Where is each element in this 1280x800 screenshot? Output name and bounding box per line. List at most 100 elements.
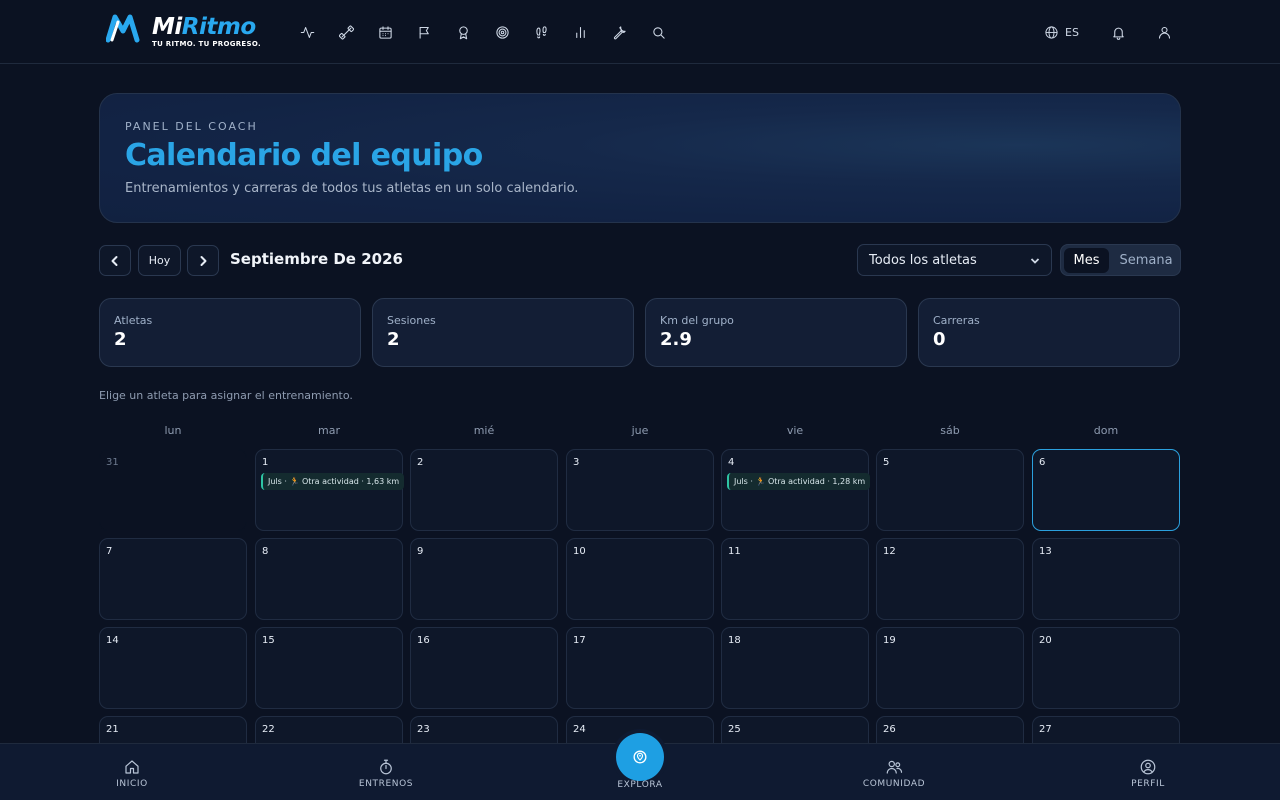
target-icon[interactable] bbox=[492, 22, 512, 42]
flag-icon[interactable] bbox=[414, 22, 434, 42]
calendar-day-cell[interactable]: 5 bbox=[876, 449, 1024, 531]
calendar-day-cell[interactable]: 20 bbox=[1032, 627, 1180, 709]
stats-icon[interactable] bbox=[570, 22, 590, 42]
calendar-day-cell[interactable]: 31 bbox=[99, 449, 247, 531]
page-subtitle: Entrenamientos y carreras de todos tus a… bbox=[125, 181, 579, 196]
tools-icon[interactable] bbox=[609, 22, 629, 42]
stat-value: 0 bbox=[933, 329, 946, 350]
previous-month-button[interactable] bbox=[99, 245, 131, 276]
calendar-event[interactable]: Juls · 🏃 Otra actividad · 1,63 km bbox=[261, 473, 405, 490]
day-number: 2 bbox=[417, 457, 424, 468]
brand-name: MiRitmo bbox=[152, 14, 256, 40]
workouts-icon[interactable] bbox=[336, 22, 356, 42]
calendar-day-cell[interactable]: 14 bbox=[99, 627, 247, 709]
award-icon[interactable] bbox=[453, 22, 473, 42]
bottom-nav-profile[interactable]: PERFIL bbox=[1098, 758, 1198, 789]
explore-button[interactable] bbox=[616, 733, 664, 781]
calendar-day-cell[interactable]: 3 bbox=[566, 449, 714, 531]
stopwatch-icon bbox=[380, 759, 392, 775]
stat-value: 2.9 bbox=[660, 329, 692, 350]
day-number: 20 bbox=[1039, 635, 1052, 646]
map-pin-icon bbox=[633, 750, 647, 764]
calendar-day-cell[interactable]: 12 bbox=[876, 538, 1024, 620]
calendar-day-cell[interactable]: 13 bbox=[1032, 538, 1180, 620]
weekday-header: vie bbox=[786, 424, 804, 437]
day-number: 23 bbox=[417, 724, 430, 735]
day-number: 15 bbox=[262, 635, 275, 646]
calendar-day-cell[interactable]: 11 bbox=[721, 538, 869, 620]
stat-label: Km del grupo bbox=[660, 314, 734, 327]
calendar-day-cell[interactable]: 8 bbox=[255, 538, 403, 620]
page-title: Calendario del equipo bbox=[125, 138, 483, 173]
chevron-down-icon bbox=[1030, 258, 1040, 264]
calendar-day-cell[interactable]: 18 bbox=[721, 627, 869, 709]
bottom-nav-label: INICIO bbox=[116, 779, 148, 789]
calendar-day-cell[interactable]: 4 Juls · 🏃 Otra actividad · 1,28 km bbox=[721, 449, 871, 531]
stat-label: Sesiones bbox=[387, 314, 436, 327]
calendar-event[interactable]: Juls · 🏃 Otra actividad · 1,28 km bbox=[727, 473, 871, 490]
bell-icon[interactable] bbox=[1108, 22, 1128, 42]
day-number: 31 bbox=[106, 457, 119, 468]
calendar-day-cell[interactable]: 9 bbox=[410, 538, 558, 620]
brand-logo[interactable]: MiRitmo TU RITMO. TU PROGRESO. bbox=[106, 12, 276, 52]
next-month-button[interactable] bbox=[187, 245, 219, 276]
day-number: 17 bbox=[573, 635, 586, 646]
weekday-header: sáb bbox=[940, 424, 960, 437]
day-number: 25 bbox=[728, 724, 741, 735]
day-number: 12 bbox=[883, 546, 896, 557]
weekday-header: jue bbox=[631, 424, 649, 437]
day-number: 16 bbox=[417, 635, 430, 646]
stat-card-sessions: Sesiones 2 bbox=[372, 298, 634, 367]
view-week-button[interactable]: Semana bbox=[1114, 248, 1178, 273]
calendar-day-cell[interactable]: 16 bbox=[410, 627, 558, 709]
bottom-nav-workouts[interactable]: ENTRENOS bbox=[336, 758, 436, 789]
day-number: 3 bbox=[573, 457, 580, 468]
calendar-day-cell[interactable]: 7 bbox=[99, 538, 247, 620]
calendar-day-cell[interactable]: 6 bbox=[1032, 449, 1180, 531]
footprints-icon[interactable] bbox=[531, 22, 551, 42]
day-number: 24 bbox=[573, 724, 586, 735]
day-number: 11 bbox=[728, 546, 741, 557]
search-icon[interactable] bbox=[648, 22, 668, 42]
today-button[interactable]: Hoy bbox=[138, 245, 181, 276]
users-icon bbox=[886, 760, 903, 774]
bottom-nav-home[interactable]: INICIO bbox=[82, 758, 182, 789]
weekday-header: mar bbox=[318, 424, 340, 437]
calendar-day-cell[interactable]: 17 bbox=[566, 627, 714, 709]
day-number: 6 bbox=[1039, 457, 1046, 468]
day-number: 18 bbox=[728, 635, 741, 646]
day-number: 27 bbox=[1039, 724, 1052, 735]
stat-card-group-km: Km del grupo 2.9 bbox=[645, 298, 907, 367]
hero-kicker: PANEL DEL COACH bbox=[125, 120, 258, 133]
current-month-label: Septiembre De 2026 bbox=[230, 250, 403, 268]
day-number: 13 bbox=[1039, 546, 1052, 557]
calendar-day-cell[interactable]: 1 Juls · 🏃 Otra actividad · 1,63 km bbox=[255, 449, 405, 531]
day-number: 21 bbox=[106, 724, 119, 735]
bottom-nav-label: ENTRENOS bbox=[358, 779, 414, 789]
user-icon[interactable] bbox=[1154, 22, 1174, 42]
stat-card-races: Carreras 0 bbox=[918, 298, 1180, 367]
athlete-filter-select[interactable]: Todos los atletas bbox=[857, 244, 1052, 276]
view-month-button[interactable]: Mes bbox=[1064, 248, 1109, 273]
day-number: 10 bbox=[573, 546, 586, 557]
calendar-day-cell[interactable]: 2 bbox=[410, 449, 558, 531]
day-number: 8 bbox=[262, 546, 269, 557]
day-number: 5 bbox=[883, 457, 890, 468]
day-number: 1 bbox=[262, 457, 269, 468]
language-selector[interactable]: ES bbox=[1044, 22, 1079, 42]
activity-icon[interactable] bbox=[297, 22, 317, 42]
logo-mark-icon bbox=[106, 14, 140, 43]
day-number: 14 bbox=[106, 635, 119, 646]
calendar-day-cell[interactable]: 15 bbox=[255, 627, 403, 709]
weekday-header: mié bbox=[473, 424, 495, 437]
assign-hint: Elige un atleta para asignar el entrenam… bbox=[99, 389, 353, 402]
calendar-day-cell[interactable]: 10 bbox=[566, 538, 714, 620]
chevron-left-icon bbox=[111, 255, 118, 266]
day-number: 7 bbox=[106, 546, 113, 557]
stat-label: Atletas bbox=[114, 314, 153, 327]
calendar-icon[interactable] bbox=[375, 22, 395, 42]
brand-tagline: TU RITMO. TU PROGRESO. bbox=[152, 40, 261, 48]
calendar-day-cell[interactable]: 19 bbox=[876, 627, 1024, 709]
day-number: 9 bbox=[417, 546, 424, 557]
bottom-nav-community[interactable]: COMUNIDAD bbox=[844, 758, 944, 789]
